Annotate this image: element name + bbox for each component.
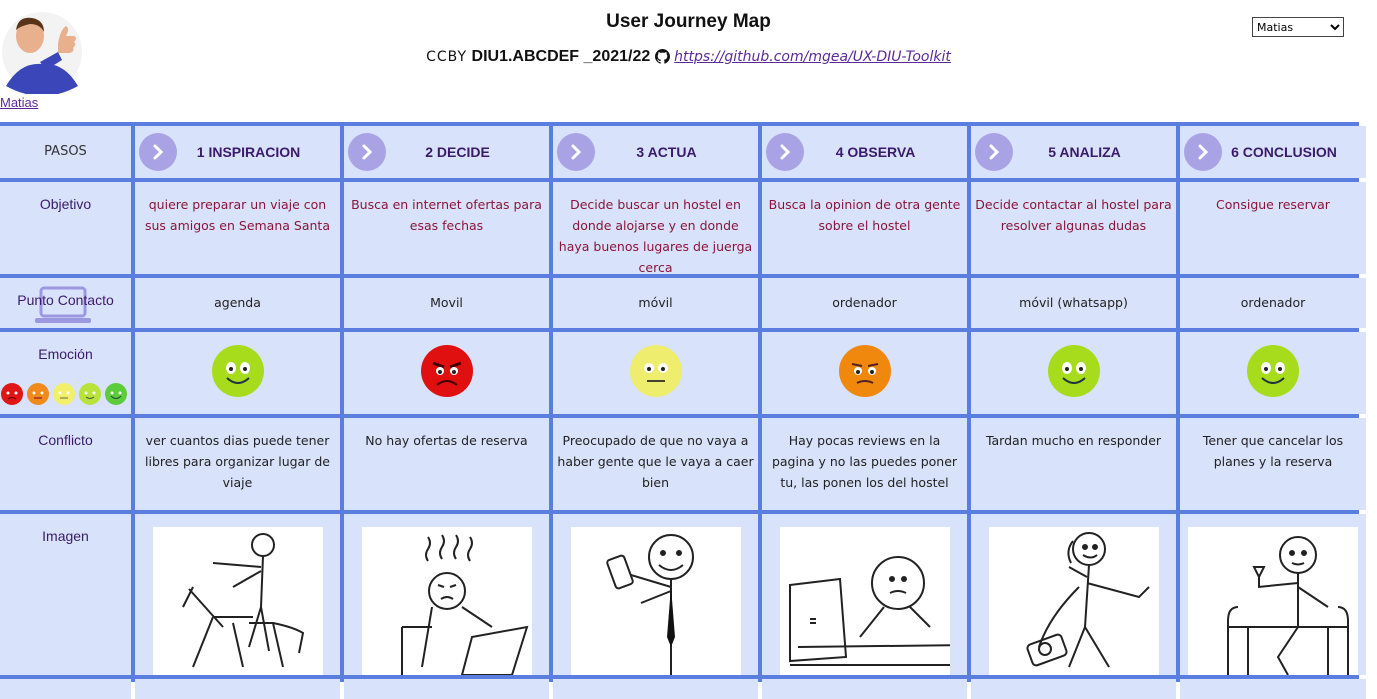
row-header-pasos: PASOS xyxy=(0,126,131,178)
page-title: User Journey Map xyxy=(606,11,771,32)
step-label: 3 ACTUA xyxy=(636,144,697,160)
row-header-imagen: Imagen xyxy=(0,514,131,675)
chevron-right-icon xyxy=(139,133,177,171)
happy-face-icon xyxy=(211,345,264,397)
stick-figure-phone-icon xyxy=(570,527,741,675)
happy-face-icon xyxy=(105,383,127,405)
emocion-cell xyxy=(135,332,340,414)
annoyed-face-icon xyxy=(838,345,891,397)
row-header-emocion-label: Emoción xyxy=(38,346,93,362)
contacto-cell: Movil xyxy=(344,278,549,328)
step-header-3: 3 ACTUA xyxy=(553,126,758,178)
content-face-icon xyxy=(79,383,101,405)
row-header-emocion: Emoción xyxy=(0,332,131,414)
cropped-row-cell xyxy=(1180,679,1366,699)
imagen-cell xyxy=(971,514,1176,675)
github-icon xyxy=(654,49,670,64)
conflicto-cell: Hay pocas reviews en la pagina y no las … xyxy=(762,418,967,510)
objetivo-cell: Decide buscar un hostel en donde alojars… xyxy=(553,182,758,274)
step-label: 4 OBSERVA xyxy=(835,144,916,160)
step-header-4: 4 OBSERVA xyxy=(762,126,967,178)
conflicto-cell: Preocupado de que no vaya a haber gente … xyxy=(553,418,758,510)
emocion-cell xyxy=(553,332,758,414)
objetivo-cell: Decide contactar al hostel para resolver… xyxy=(971,182,1176,274)
emotion-scale xyxy=(0,382,128,406)
stick-figure-frustrated-laptop-icon xyxy=(361,527,532,675)
annoyed-face-icon xyxy=(27,383,49,405)
row-header-contacto: Punto Contacto xyxy=(0,278,131,328)
imagen-cell xyxy=(1180,514,1366,675)
step-header-1: 1 INSPIRACION xyxy=(135,126,340,178)
contacto-cell: ordenador xyxy=(1180,278,1366,328)
emocion-cell xyxy=(762,332,967,414)
angry-face-icon xyxy=(1,383,23,405)
emocion-cell xyxy=(971,332,1176,414)
imagen-cell xyxy=(135,514,340,675)
repo-link[interactable]: https://github.com/mgea/UX-DIU-Toolkit xyxy=(674,49,951,65)
chevron-right-icon xyxy=(1184,133,1222,171)
cropped-row-cell xyxy=(553,679,758,699)
cropped-row-cell xyxy=(762,679,967,699)
angry-face-icon xyxy=(420,345,473,397)
conflicto-cell: No hay ofertas de reserva xyxy=(344,418,549,510)
stick-figure-relaxing-icon xyxy=(1188,527,1358,675)
course-code: DIU1.ABCDEF _2021/22 xyxy=(471,48,651,65)
stick-figure-telephone-icon xyxy=(988,527,1159,675)
cropped-row-cell xyxy=(344,679,549,699)
chevron-right-icon xyxy=(348,133,386,171)
emocion-cell xyxy=(1180,332,1366,414)
objetivo-cell: Busca la opinion de otra gente sobre el … xyxy=(762,182,967,274)
happy-face-icon xyxy=(1047,345,1100,397)
row-header-objetivo: Objetivo xyxy=(0,182,131,274)
conflicto-cell: Tardan mucho en responder xyxy=(971,418,1176,510)
emocion-cell xyxy=(344,332,549,414)
step-header-2: 2 DECIDE xyxy=(344,126,549,178)
user-select[interactable]: Matias xyxy=(1252,17,1344,37)
row-header-conflicto: Conflicto xyxy=(0,418,131,510)
happy-face-icon xyxy=(1247,345,1299,397)
objetivo-cell: Consigue reservar xyxy=(1180,182,1366,274)
step-label: 1 INSPIRACION xyxy=(196,144,301,160)
page-subtitle: CCBY DIU1.ABCDEF _2021/22 https://github… xyxy=(0,48,1377,66)
step-label: 5 ANALIZA xyxy=(1048,144,1121,160)
contacto-cell: móvil xyxy=(553,278,758,328)
row-header-contacto-label: Punto Contacto xyxy=(17,292,114,308)
contacto-cell: agenda xyxy=(135,278,340,328)
user-name-link[interactable]: Matias xyxy=(0,95,38,110)
chevron-right-icon xyxy=(975,133,1013,171)
cropped-row-cell xyxy=(0,679,131,699)
conflicto-cell: Tener que cancelar los planes y la reser… xyxy=(1180,418,1366,510)
journey-grid: PASOS 1 INSPIRACION 2 DECIDE 3 ACTUA 4 O… xyxy=(0,122,1366,699)
contacto-cell: ordenador xyxy=(762,278,967,328)
chevron-right-icon xyxy=(766,133,804,171)
neutral-face-icon xyxy=(629,345,682,397)
imagen-cell xyxy=(762,514,967,675)
neutral-face-icon xyxy=(53,383,75,405)
stick-figure-pointing-icon xyxy=(152,527,323,675)
objetivo-cell: quiere preparar un viaje con sus amigos … xyxy=(135,182,340,274)
step-header-6: 6 CONCLUSION xyxy=(1180,126,1366,178)
imagen-cell xyxy=(344,514,549,675)
imagen-cell xyxy=(553,514,758,675)
step-header-5: 5 ANALIZA xyxy=(971,126,1176,178)
step-label: 6 CONCLUSION xyxy=(1231,144,1337,160)
cropped-row-cell xyxy=(135,679,340,699)
step-label: 2 DECIDE xyxy=(425,144,490,160)
conflicto-cell: ver cuantos dias puede tener libres para… xyxy=(135,418,340,510)
contacto-cell: móvil (whatsapp) xyxy=(971,278,1176,328)
cropped-row-cell xyxy=(971,679,1176,699)
chevron-right-icon xyxy=(557,133,595,171)
cc-license-label: CCBY xyxy=(426,49,468,65)
stick-figure-computer-icon xyxy=(779,527,950,675)
objetivo-cell: Busca en internet ofertas para esas fech… xyxy=(344,182,549,274)
